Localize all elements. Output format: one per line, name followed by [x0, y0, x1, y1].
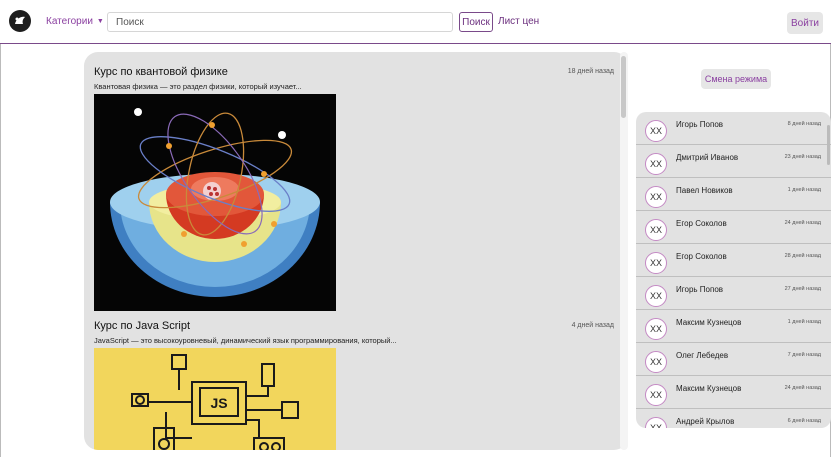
avatar: XX [645, 318, 667, 340]
search-button[interactable]: Поиск [459, 12, 493, 32]
course-date: 4 дней назад [571, 322, 614, 329]
quantum-physics-image[interactable] [94, 94, 336, 311]
chevron-down-icon: ▼ [96, 18, 104, 25]
avatar: XX [645, 186, 667, 208]
top-navbar: Категории▼ Поиск Лист цен Войти [0, 0, 831, 44]
user-date: 8 дней назад [787, 121, 821, 127]
user-name: Егор Соколов [676, 219, 727, 228]
course-description: JavaScript — это высокоуровневый, динами… [94, 336, 397, 345]
user-name: Павел Новиков [676, 186, 733, 195]
user-date: 6 дней назад [787, 418, 821, 424]
login-button[interactable]: Войти [787, 12, 823, 34]
feed-scroll-thumb[interactable] [621, 56, 626, 118]
user-list-item[interactable]: XX Максим Кузнецов 1 дней назад [636, 310, 831, 343]
javascript-image[interactable]: JS [94, 348, 336, 450]
avatar: XX [645, 285, 667, 307]
user-list-item[interactable]: XX Игорь Попов 8 дней назад [636, 112, 831, 145]
user-list-item[interactable]: XX Павел Новиков 1 дней назад [636, 178, 831, 211]
user-list-item[interactable]: XX Егор Соколов 28 дней назад [636, 244, 831, 277]
avatar: XX [645, 120, 667, 142]
course-description: Квантовая физика — это раздел физики, ко… [94, 82, 302, 91]
search-input[interactable] [107, 12, 453, 32]
users-list[interactable]: XX Игорь Попов 8 дней назад XX Дмитрий И… [636, 112, 831, 428]
user-date: 28 дней назад [784, 253, 821, 259]
user-list-item[interactable]: XX Игорь Попов 27 дней назад [636, 277, 831, 310]
course-title[interactable]: Курс по Java Script [94, 320, 190, 332]
price-list-link[interactable]: Лист цен [498, 16, 539, 27]
user-name: Игорь Попов [676, 120, 724, 129]
user-date: 27 дней назад [784, 286, 821, 292]
user-date: 1 дней назад [787, 187, 821, 193]
avatar: XX [645, 351, 667, 373]
course-card[interactable]: Курс по Java Script 4 дней назад JavaScr… [94, 320, 614, 450]
user-list-item[interactable]: XX Олег Лебедев 7 дней назад [636, 343, 831, 376]
user-date: 24 дней назад [784, 385, 821, 391]
avatar: XX [645, 252, 667, 274]
course-feed[interactable]: Курс по квантовой физике 18 дней назад К… [84, 52, 628, 450]
user-date: 23 дней назад [784, 154, 821, 160]
user-date: 1 дней назад [787, 319, 821, 325]
course-date: 18 дней назад [567, 68, 614, 75]
avatar: XX [645, 219, 667, 241]
user-name: Андрей Крылов [676, 417, 735, 426]
user-list-item[interactable]: XX Егор Соколов 24 дней назад [636, 211, 831, 244]
user-name: Игорь Попов [676, 285, 724, 294]
user-name: Дмитрий Иванов [676, 153, 739, 162]
user-date: 24 дней назад [784, 220, 821, 226]
user-name: Олег Лебедев [676, 351, 729, 360]
user-list-item[interactable]: XX Андрей Крылов 6 дней назад [636, 409, 831, 428]
user-list-item[interactable]: XX Дмитрий Иванов 23 дней назад [636, 145, 831, 178]
avatar: XX [645, 417, 667, 428]
avatar: XX [645, 384, 667, 406]
avatar: XX [645, 153, 667, 175]
categories-dropdown[interactable]: Категории ▼ [46, 16, 104, 27]
user-list-item[interactable]: XX Максим Кузнецов 24 дней назад [636, 376, 831, 409]
user-name: Максим Кузнецов [676, 384, 742, 393]
user-name: Егор Соколов [676, 252, 727, 261]
user-date: 7 дней назад [787, 352, 821, 358]
user-name: Максим Кузнецов [676, 318, 742, 327]
categories-label: Категории [46, 16, 93, 27]
course-title[interactable]: Курс по квантовой физике [94, 66, 228, 78]
logo-icon[interactable] [9, 10, 31, 32]
users-scroll-thumb[interactable] [827, 125, 830, 165]
toggle-mode-button[interactable]: Смена режима [701, 69, 771, 89]
js-logo-text: JS [210, 395, 227, 411]
course-card[interactable]: Курс по квантовой физике 18 дней назад К… [94, 66, 614, 326]
